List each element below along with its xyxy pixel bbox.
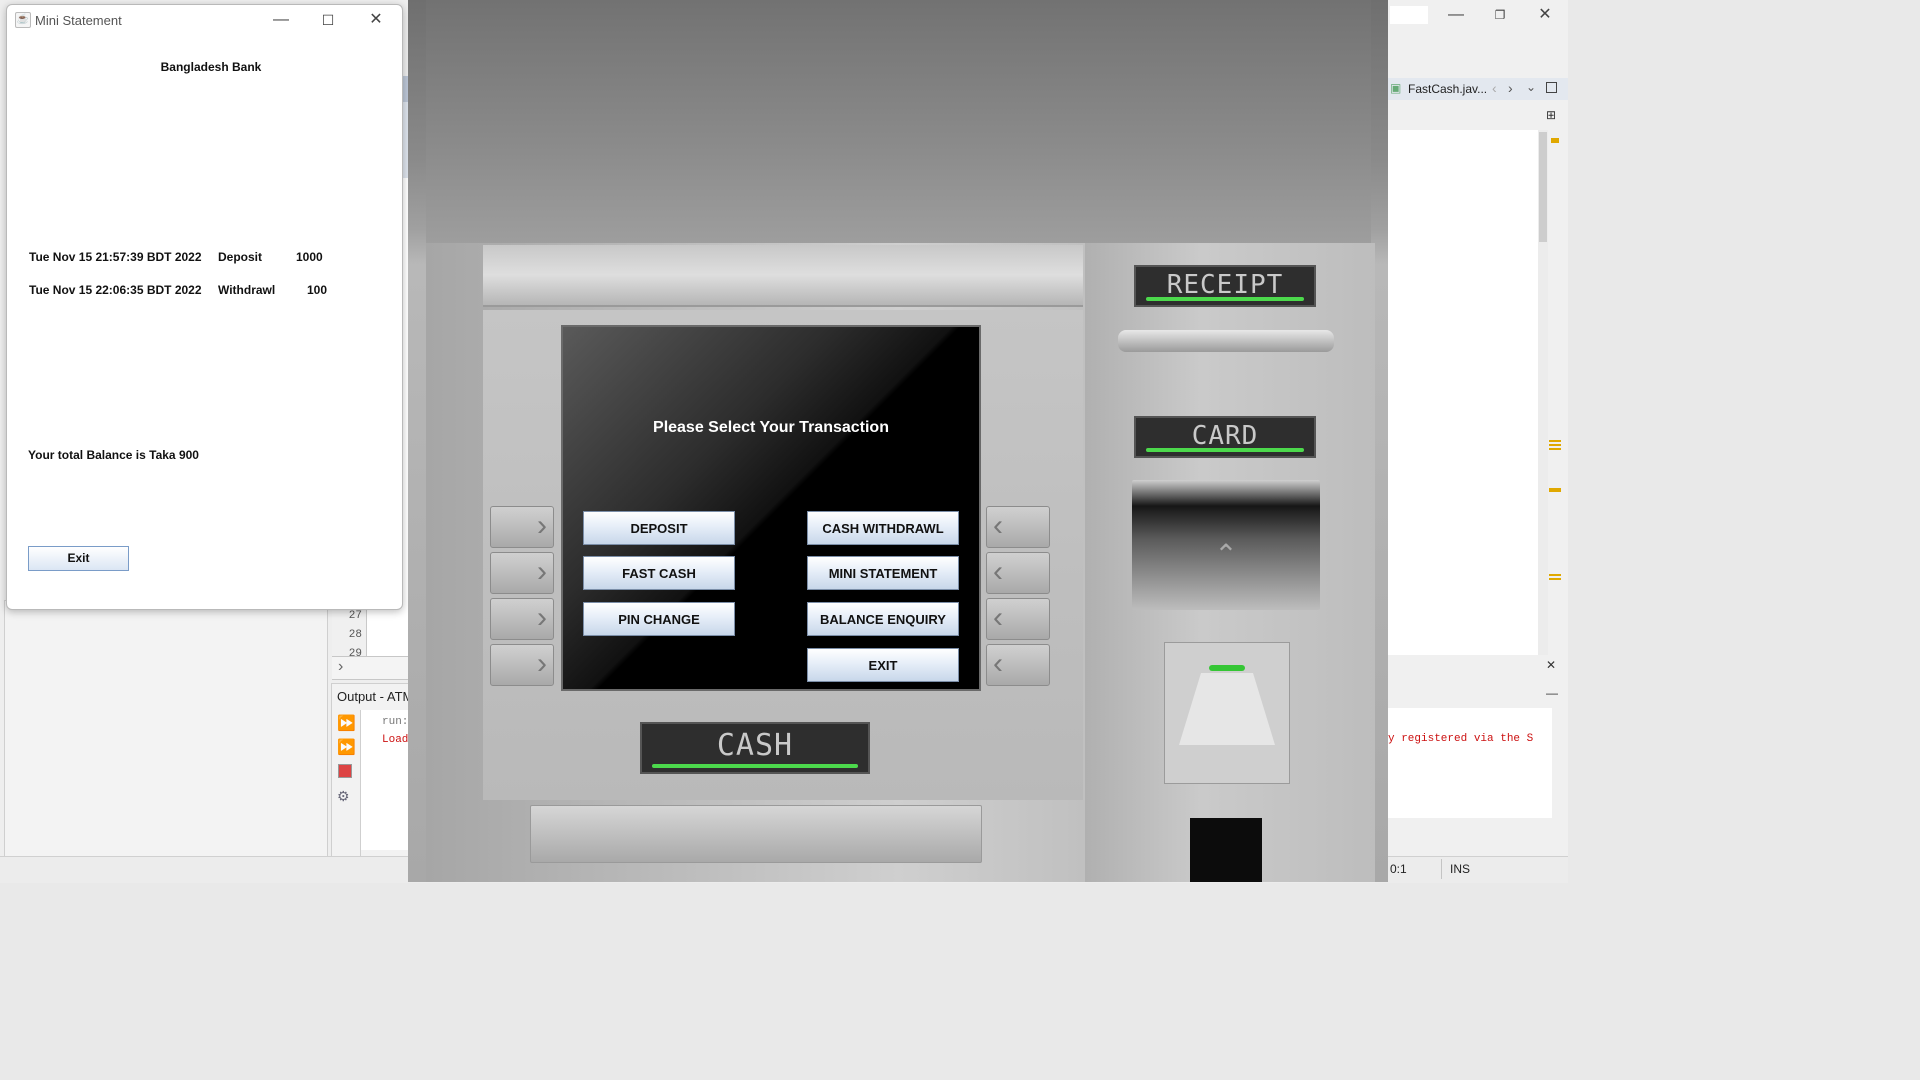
maximize-editor-icon[interactable]	[1546, 82, 1557, 93]
atm-side-key-left-1[interactable]: ›	[490, 506, 554, 548]
stop-icon[interactable]	[338, 764, 352, 778]
rerun-with-params-icon[interactable]: ⏩	[337, 738, 356, 756]
output-line: y registered via the S	[1388, 733, 1534, 745]
editor-scrollbar-thumb[interactable]	[1539, 132, 1547, 242]
settings-icon[interactable]: ⚙	[337, 788, 350, 805]
atm-exit-button[interactable]: EXIT	[807, 648, 959, 682]
chevron-down-icon[interactable]: ⌄	[1526, 80, 1536, 94]
mini-statement-button[interactable]: MINI STATEMENT	[807, 556, 959, 590]
atm-side-key-right-1[interactable]: ‹	[986, 506, 1050, 548]
chevron-left-icon[interactable]: ‹	[1492, 80, 1497, 96]
ide-minimize-button[interactable]: —	[1433, 0, 1479, 32]
atm-side-key-right-4[interactable]: ‹	[986, 644, 1050, 686]
close-panel-icon[interactable]: ✕	[1546, 658, 1556, 672]
line-number-gutter: 27 28 29	[332, 610, 367, 660]
pin-change-button[interactable]: PIN CHANGE	[583, 602, 735, 636]
balance-enquiry-button[interactable]: BALANCE ENQUIRY	[807, 602, 959, 636]
atm-window: › › › › ‹ ‹ ‹ ‹ Please Select Your Trans…	[408, 0, 1388, 882]
atm-top-ledge	[483, 245, 1083, 307]
output-panel[interactable]: Output - ATM ⏩ ⏩ ⚙ run: Load	[331, 683, 413, 857]
cursor-position: 0:1	[1390, 862, 1407, 876]
cash-label: CASH	[640, 722, 870, 774]
card-slot: ⌃	[1132, 480, 1320, 610]
code-editor-right[interactable]	[1388, 130, 1538, 655]
balance-text: Your total Balance is Taka 900	[28, 448, 199, 462]
java-file-icon: ▣	[1390, 81, 1402, 95]
mini-statement-window: ☕ Mini Statement — ☐ ✕ Bangladesh Bank T…	[6, 4, 403, 610]
warning-marker[interactable]	[1549, 488, 1561, 492]
transaction-type: Deposit	[218, 250, 263, 264]
output-toolbar: ⏩ ⏩ ⚙	[332, 710, 361, 856]
editor-tab-bar: ▣ FastCash.jav... ‹ › ⌄	[1388, 78, 1568, 100]
atm-side-key-left-2[interactable]: ›	[490, 552, 554, 594]
receipt-label: RECEIPT	[1134, 265, 1316, 307]
transaction-amount: 100	[307, 283, 328, 297]
ide-restore-button[interactable]: ❐	[1477, 0, 1523, 32]
receipt-label-text: RECEIPT	[1166, 270, 1284, 300]
warning-marker[interactable]	[1551, 138, 1559, 143]
warning-marker[interactable]	[1549, 440, 1561, 450]
cash-led	[652, 764, 858, 768]
receipt-slot	[1118, 330, 1334, 352]
cash-label-text: CASH	[716, 728, 794, 763]
line-number: 27	[348, 610, 362, 622]
card-label-text: CARD	[1191, 421, 1259, 451]
atm-side-key-left-3[interactable]: ›	[490, 598, 554, 640]
atm-side-key-left-4[interactable]: ›	[490, 644, 554, 686]
fast-cash-button[interactable]: FAST CASH	[583, 556, 735, 590]
warning-marker[interactable]	[1549, 574, 1561, 580]
java-app-icon: ☕	[15, 12, 31, 28]
output-panel-title[interactable]: Output - ATM	[337, 689, 413, 704]
transaction-amount: 1000	[296, 250, 323, 264]
insert-mode: INS	[1450, 862, 1471, 876]
deposit-tray	[1179, 673, 1275, 745]
split-editor-icon[interactable]: ⊞	[1546, 108, 1556, 122]
atm-side-key-right-2[interactable]: ‹	[986, 552, 1050, 594]
minimize-panel-icon[interactable]: —	[1546, 686, 1558, 700]
maximize-button[interactable]: ☐	[305, 5, 351, 37]
status-divider	[1441, 859, 1442, 879]
transaction-type: Withdrawl	[218, 283, 276, 297]
line-number: 28	[348, 629, 362, 641]
search-box[interactable]	[1390, 6, 1428, 24]
ide-close-button[interactable]: ✕	[1522, 0, 1568, 32]
atm-screen: Please Select Your Transaction DEPOSIT C…	[561, 325, 981, 691]
card-led	[1146, 448, 1304, 452]
bank-name: Bangladesh Bank	[160, 60, 262, 74]
transaction-date: Tue Nov 15 21:57:39 BDT 2022	[29, 250, 202, 264]
tab-fastcash[interactable]: FastCash.jav...	[1408, 82, 1487, 96]
window-title: Mini Statement	[35, 13, 122, 28]
chevron-right-icon[interactable]: ›	[1508, 80, 1513, 96]
output-console[interactable]: run: Load	[361, 710, 409, 850]
exit-button[interactable]: Exit	[28, 546, 129, 571]
ide-navigator-panel[interactable]	[4, 600, 328, 857]
cash-dispenser-slot	[530, 805, 982, 863]
cash-withdrawl-button[interactable]: CASH WITHDRAWL	[807, 511, 959, 545]
chevron-right-icon[interactable]: ›	[338, 658, 343, 676]
bottom-slot	[1190, 818, 1262, 882]
output-console-right[interactable]: y registered via the S	[1388, 708, 1552, 818]
window-titlebar[interactable]: ☕ Mini Statement — ☐ ✕	[7, 5, 402, 37]
deposit-led	[1209, 665, 1245, 671]
rerun-icon[interactable]: ⏩	[337, 714, 356, 732]
atm-hood	[426, 0, 1371, 245]
editor-navigation-bar[interactable]: ›	[332, 656, 408, 680]
atm-side-key-right-3[interactable]: ‹	[986, 598, 1050, 640]
card-label: CARD	[1134, 416, 1316, 458]
close-button[interactable]: ✕	[353, 5, 399, 37]
minimize-button[interactable]: —	[258, 5, 304, 37]
deposit-button[interactable]: DEPOSIT	[583, 511, 735, 545]
screen-title: Please Select Your Transaction	[653, 419, 889, 436]
chevron-up-icon: ⌃	[1214, 539, 1238, 570]
output-line: Load	[382, 734, 409, 746]
transaction-date: Tue Nov 15 22:06:35 BDT 2022	[29, 283, 202, 297]
deposit-slot	[1164, 642, 1290, 784]
output-line: run:	[382, 716, 409, 728]
receipt-led	[1146, 297, 1304, 301]
